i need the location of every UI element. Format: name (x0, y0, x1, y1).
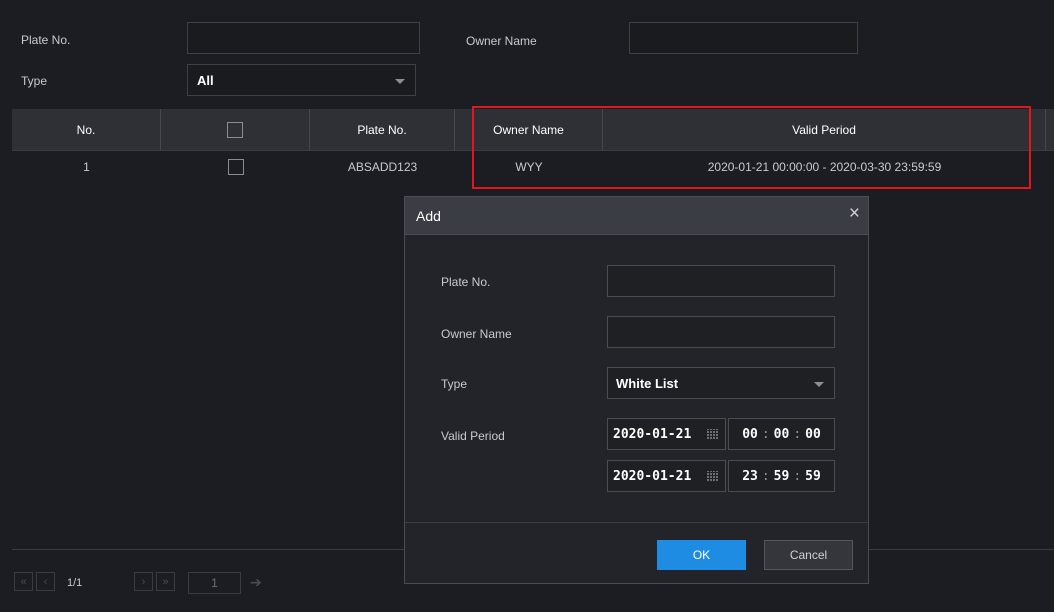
ok-button[interactable]: OK (657, 540, 746, 570)
next-page-button[interactable]: › (134, 572, 153, 591)
end-time-input[interactable]: 23 : 59 : 59 (728, 460, 835, 492)
dialog-period-label: Valid Period (441, 429, 505, 443)
add-dialog: Add × Plate No. Owner Name Type White Li… (404, 196, 869, 584)
start-second[interactable]: 00 (805, 427, 821, 442)
start-time-input[interactable]: 00 : 00 : 00 (728, 418, 835, 450)
time-separator: : (793, 426, 802, 442)
prev-page-button[interactable]: ‹ (36, 572, 55, 591)
col-header-plate[interactable]: Plate No. (310, 109, 455, 151)
filter-owner-input[interactable] (629, 22, 858, 54)
calendar-icon[interactable] (707, 429, 719, 440)
dialog-plate-input[interactable] (607, 265, 835, 297)
col-header-select (161, 109, 310, 151)
end-date-input[interactable]: 2020-01-21 (607, 460, 726, 492)
chevron-down-icon (395, 79, 405, 84)
page-input[interactable]: 1 (188, 572, 241, 594)
filter-type-label: Type (21, 74, 48, 88)
filter-type-select[interactable]: All (187, 64, 416, 96)
go-page-icon[interactable]: ➔ (250, 574, 262, 591)
row-checkbox[interactable] (227, 159, 244, 175)
filter-plate-label: Plate No. (21, 33, 71, 47)
start-hour[interactable]: 00 (742, 427, 758, 442)
filter-plate-input[interactable] (187, 22, 420, 54)
dialog-owner-label: Owner Name (441, 327, 512, 341)
dialog-type-select[interactable]: White List (607, 367, 835, 399)
col-header-no[interactable]: No. (12, 109, 161, 151)
time-separator: : (793, 468, 802, 484)
start-date-value: 2020-01-21 (613, 426, 692, 442)
first-page-button[interactable]: « (14, 572, 33, 591)
dialog-type-value: White List (616, 375, 679, 391)
close-icon[interactable]: × (849, 204, 860, 224)
chevron-down-icon (814, 382, 824, 387)
cell-no: 1 (83, 160, 90, 174)
cell-plate: ABSADD123 (347, 160, 418, 174)
highlight-box (472, 106, 1031, 189)
dialog-owner-input[interactable] (607, 316, 835, 348)
end-date-value: 2020-01-21 (613, 468, 692, 484)
last-page-button[interactable]: » (156, 572, 175, 591)
time-separator: : (761, 468, 770, 484)
dialog-divider (405, 522, 868, 523)
page-info: 1/1 (67, 577, 83, 589)
time-separator: : (761, 426, 770, 442)
calendar-icon[interactable] (707, 471, 719, 482)
dialog-type-label: Type (441, 377, 468, 391)
dialog-plate-label: Plate No. (441, 275, 491, 289)
end-hour[interactable]: 23 (742, 469, 758, 484)
cancel-button[interactable]: Cancel (764, 540, 853, 570)
dialog-header: Add × (405, 197, 868, 235)
filter-owner-label: Owner Name (466, 34, 537, 48)
dialog-title: Add (416, 208, 441, 224)
end-minute[interactable]: 59 (774, 469, 790, 484)
cell-select (161, 152, 310, 182)
select-all-checkbox[interactable] (227, 122, 243, 138)
end-second[interactable]: 59 (805, 469, 821, 484)
start-minute[interactable]: 00 (774, 427, 790, 442)
filter-type-value: All (197, 72, 214, 88)
start-date-input[interactable]: 2020-01-21 (607, 418, 726, 450)
